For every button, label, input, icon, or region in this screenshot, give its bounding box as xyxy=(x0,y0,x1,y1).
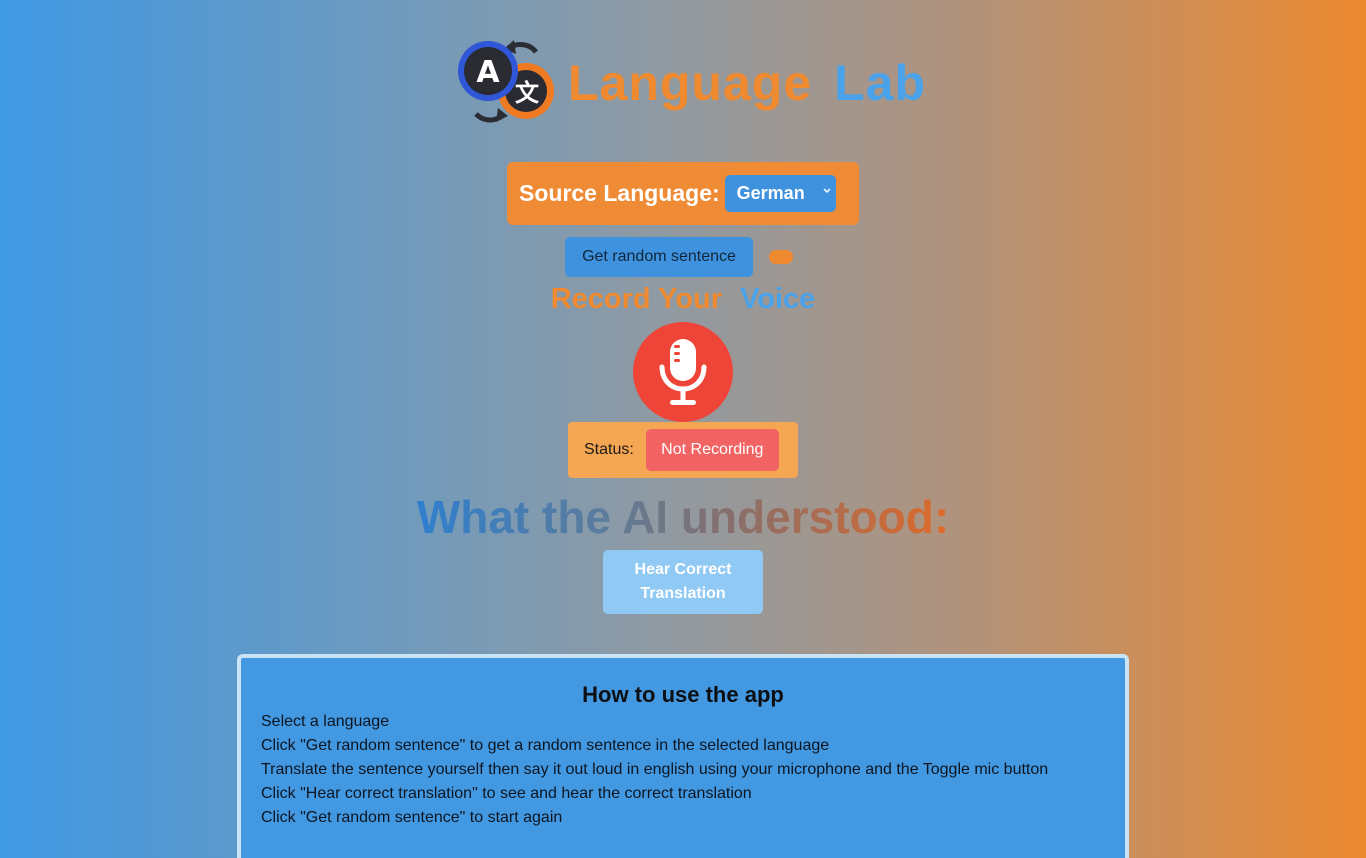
hear-button-line2: Translation xyxy=(640,585,726,602)
source-language-panel: Source Language: German xyxy=(507,162,859,225)
toggle-mic-button[interactable] xyxy=(633,322,733,422)
list-item: Click "Get random sentence" to get a ran… xyxy=(261,737,830,754)
app-title: Language Lab xyxy=(568,58,926,108)
selected-language: German xyxy=(736,183,805,203)
microphone-icon xyxy=(659,339,707,405)
how-to-title: How to use the app xyxy=(582,682,784,707)
record-heading-part1: Record Your xyxy=(550,283,723,315)
source-language-label: Source Language: xyxy=(519,180,720,206)
record-heading-part2: Voice xyxy=(740,283,816,315)
list-item: Click "Hear correct translation" to see … xyxy=(261,785,752,802)
status-box: Status: Not Recording xyxy=(568,422,798,478)
toggle-switch[interactable] xyxy=(769,250,793,264)
how-to-panel: How to use the app Select a language Cli… xyxy=(237,654,1129,858)
how-to-steps: Select a language Click "Get random sent… xyxy=(261,710,1125,830)
translate-logo-icon: A 文 xyxy=(456,38,560,124)
status-badge: Not Recording xyxy=(645,429,779,471)
ai-understood-text: What the AI understood: xyxy=(416,491,950,543)
hear-button-line1: Hear Correct xyxy=(634,561,732,578)
ai-understood-heading: What the AI understood: xyxy=(0,490,1366,544)
hear-correct-translation-button[interactable]: Hear Correct Translation xyxy=(603,550,763,614)
chevron-down-icon xyxy=(823,188,831,194)
app-header: A 文 Language Lab xyxy=(456,38,926,124)
list-item: Click "Get random sentence" to start aga… xyxy=(261,809,563,826)
logo-letter-a: A xyxy=(476,55,500,90)
list-item: Translate the sentence yourself then say… xyxy=(261,761,1049,778)
status-label: Status: xyxy=(584,441,634,458)
logo-letter-cjk: 文 xyxy=(515,79,540,107)
record-voice-heading: Record Your Voice xyxy=(0,283,1366,316)
app-title-language: Language xyxy=(568,55,813,111)
app-title-lab: Lab xyxy=(834,55,927,111)
list-item: Select a language xyxy=(261,713,390,730)
get-random-sentence-button[interactable]: Get random sentence xyxy=(565,237,753,277)
source-language-select[interactable]: German xyxy=(724,175,836,212)
